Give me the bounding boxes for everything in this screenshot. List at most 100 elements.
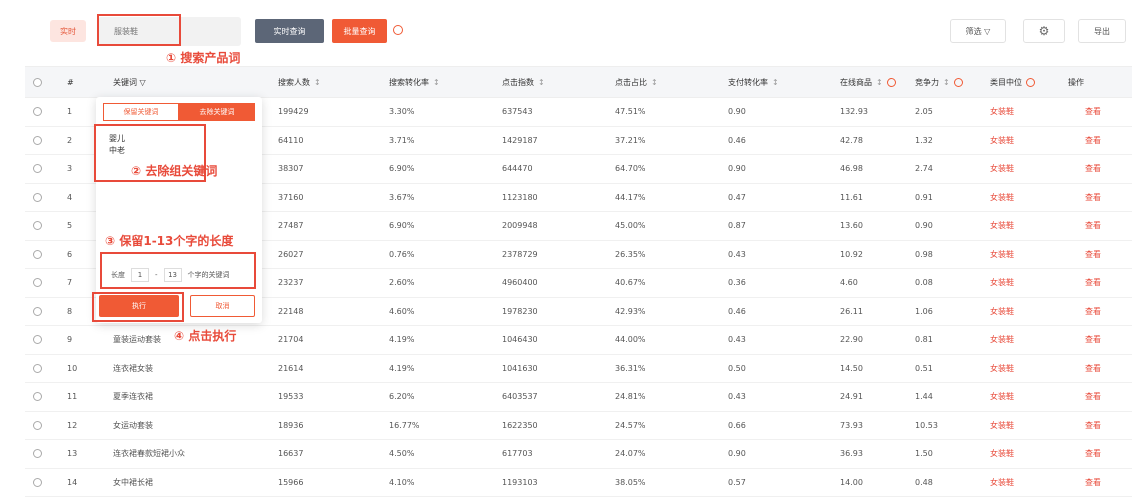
help-icon[interactable] bbox=[886, 77, 896, 87]
sort-icon[interactable]: ↕ bbox=[651, 78, 658, 87]
header-pay-rate[interactable]: 支付转化率 ↕ bbox=[728, 67, 779, 97]
cell-g: 10.92 bbox=[840, 249, 863, 259]
cell-m: 2.05 bbox=[915, 107, 933, 117]
cell-a[interactable]: 查看 bbox=[1085, 241, 1101, 269]
cell-c: 6.90% bbox=[389, 221, 415, 231]
cell-t[interactable]: 女装鞋 bbox=[990, 412, 1014, 440]
row-checkbox[interactable] bbox=[33, 306, 42, 316]
cell-a[interactable]: 查看 bbox=[1085, 440, 1101, 468]
table-row[interactable]: 11 夏季连衣裙 19533 6.20% 6403537 24.81% 0.43 24.91 1… bbox=[25, 383, 1132, 412]
help-icon[interactable] bbox=[1026, 77, 1035, 87]
cell-a[interactable]: 查看 bbox=[1085, 326, 1101, 354]
header-click-rate[interactable]: 点击占比 ↕ bbox=[615, 67, 658, 97]
row-checkbox[interactable] bbox=[33, 107, 42, 117]
batch-query-button[interactable]: 批量查询 bbox=[332, 19, 387, 43]
row-checkbox[interactable] bbox=[33, 278, 42, 288]
select-all-checkbox[interactable] bbox=[33, 77, 42, 87]
row-checkbox[interactable] bbox=[33, 221, 42, 231]
row-checkbox[interactable] bbox=[33, 449, 42, 459]
sort-icon[interactable]: ↕ bbox=[876, 78, 883, 87]
cell-k: 1978230 bbox=[502, 306, 538, 316]
cell-g: 11.61 bbox=[840, 192, 863, 202]
realtime-button[interactable]: 实时 bbox=[50, 20, 86, 42]
cell-t[interactable]: 女装鞋 bbox=[990, 355, 1014, 383]
row-checkbox[interactable] bbox=[33, 392, 42, 402]
cell-g: 132.93 bbox=[840, 107, 868, 117]
cell-a[interactable]: 查看 bbox=[1085, 269, 1101, 297]
cell-r: 38.05% bbox=[615, 477, 646, 487]
header-category[interactable]: 类目中位 bbox=[990, 67, 1035, 97]
row-checkbox[interactable] bbox=[33, 335, 42, 345]
cell-a[interactable]: 查看 bbox=[1085, 98, 1101, 126]
cell-kw: 女中裙长裙 bbox=[113, 477, 153, 487]
header-keyword[interactable]: 关键词 ▽ bbox=[113, 67, 146, 97]
cell-g: 42.78 bbox=[840, 135, 863, 145]
sort-icon[interactable]: ↕ bbox=[772, 78, 779, 87]
row-checkbox[interactable] bbox=[33, 477, 42, 487]
cell-m: 0.48 bbox=[915, 477, 933, 487]
cancel-button[interactable]: 取消 bbox=[190, 295, 255, 317]
cell-n: 13 bbox=[67, 449, 78, 459]
cell-a[interactable]: 查看 bbox=[1085, 469, 1101, 497]
row-checkbox[interactable] bbox=[33, 164, 42, 174]
cell-a[interactable]: 查看 bbox=[1085, 355, 1101, 383]
cell-a[interactable]: 查看 bbox=[1085, 127, 1101, 155]
help-icon[interactable] bbox=[953, 77, 963, 87]
cell-t[interactable]: 女装鞋 bbox=[990, 212, 1014, 240]
row-checkbox[interactable] bbox=[33, 135, 42, 145]
cell-t[interactable]: 女装鞋 bbox=[990, 383, 1014, 411]
cell-t[interactable]: 女装鞋 bbox=[990, 440, 1014, 468]
cell-t[interactable]: 女装鞋 bbox=[990, 155, 1014, 183]
cell-a[interactable]: 查看 bbox=[1085, 184, 1101, 212]
cell-a[interactable]: 查看 bbox=[1085, 412, 1101, 440]
table-row[interactable]: 13 连衣裙春款短裙小众 16637 4.50% 617703 24.07% 0.90 36.… bbox=[25, 440, 1132, 469]
row-checkbox[interactable] bbox=[33, 192, 42, 202]
cell-c: 4.19% bbox=[389, 335, 415, 345]
filter-button[interactable]: 筛选 ▽ bbox=[950, 19, 1006, 43]
cell-n: 6 bbox=[67, 249, 73, 259]
cell-n: 2 bbox=[67, 135, 73, 145]
sort-icon[interactable]: ↕ bbox=[433, 78, 440, 87]
header-supply[interactable]: 在线商品 ↕ bbox=[840, 67, 896, 97]
header-conversion[interactable]: 搜索转化率 ↕ bbox=[389, 67, 440, 97]
cell-a[interactable]: 查看 bbox=[1085, 155, 1101, 183]
table-row[interactable]: 12 女运动套装 18936 16.77% 1622350 24.57% 0.66 73.93… bbox=[25, 412, 1132, 440]
cell-a[interactable]: 查看 bbox=[1085, 383, 1101, 411]
settings-button[interactable]: ⚙ bbox=[1023, 19, 1065, 43]
table-row[interactable]: 14 女中裙长裙 15966 4.10% 1193103 38.05% 0.57 14.00 0… bbox=[25, 469, 1132, 497]
query-button[interactable]: 实时查询 bbox=[255, 19, 324, 43]
row-checkbox-cell bbox=[33, 184, 42, 212]
header-clicks[interactable]: 点击指数 ↕ bbox=[502, 67, 545, 97]
sort-icon[interactable]: ↕ bbox=[314, 78, 321, 87]
cell-t[interactable]: 女装鞋 bbox=[990, 184, 1014, 212]
cell-a[interactable]: 查看 bbox=[1085, 212, 1101, 240]
cell-c: 4.10% bbox=[389, 477, 415, 487]
tab-keep-keywords[interactable]: 保留关键词 bbox=[103, 103, 179, 121]
row-checkbox[interactable] bbox=[33, 420, 42, 430]
cell-m: 0.81 bbox=[915, 335, 933, 345]
cell-t[interactable]: 女装鞋 bbox=[990, 298, 1014, 326]
cell-m: 0.51 bbox=[915, 363, 933, 373]
row-checkbox[interactable] bbox=[33, 363, 42, 373]
cell-t[interactable]: 女装鞋 bbox=[990, 241, 1014, 269]
cell-t[interactable]: 女装鞋 bbox=[990, 469, 1014, 497]
sort-icon[interactable]: ↕ bbox=[538, 78, 545, 87]
cell-c: 3.30% bbox=[389, 107, 415, 117]
cell-t[interactable]: 女装鞋 bbox=[990, 98, 1014, 126]
info-icon[interactable] bbox=[393, 25, 403, 35]
cell-g: 13.60 bbox=[840, 221, 863, 231]
cell-t[interactable]: 女装鞋 bbox=[990, 269, 1014, 297]
row-checkbox[interactable] bbox=[33, 249, 42, 259]
header-competition[interactable]: 竞争力 ↕ bbox=[915, 67, 963, 97]
table-row[interactable]: 10 连衣裙女装 21614 4.19% 1041630 36.31% 0.50 14.50 0… bbox=[25, 355, 1132, 383]
sort-icon[interactable]: ↕ bbox=[943, 78, 950, 87]
cell-s: 21704 bbox=[278, 335, 304, 345]
tab-remove-keywords[interactable]: 去除关键词 bbox=[179, 103, 255, 121]
cell-t[interactable]: 女装鞋 bbox=[990, 127, 1014, 155]
cell-a[interactable]: 查看 bbox=[1085, 298, 1101, 326]
cell-s: 38307 bbox=[278, 164, 304, 174]
export-button[interactable]: 导出 bbox=[1078, 19, 1126, 43]
header-searchers[interactable]: 搜索人数 ↕ bbox=[278, 67, 321, 97]
cell-t[interactable]: 女装鞋 bbox=[990, 326, 1014, 354]
cell-g: 36.93 bbox=[840, 449, 863, 459]
